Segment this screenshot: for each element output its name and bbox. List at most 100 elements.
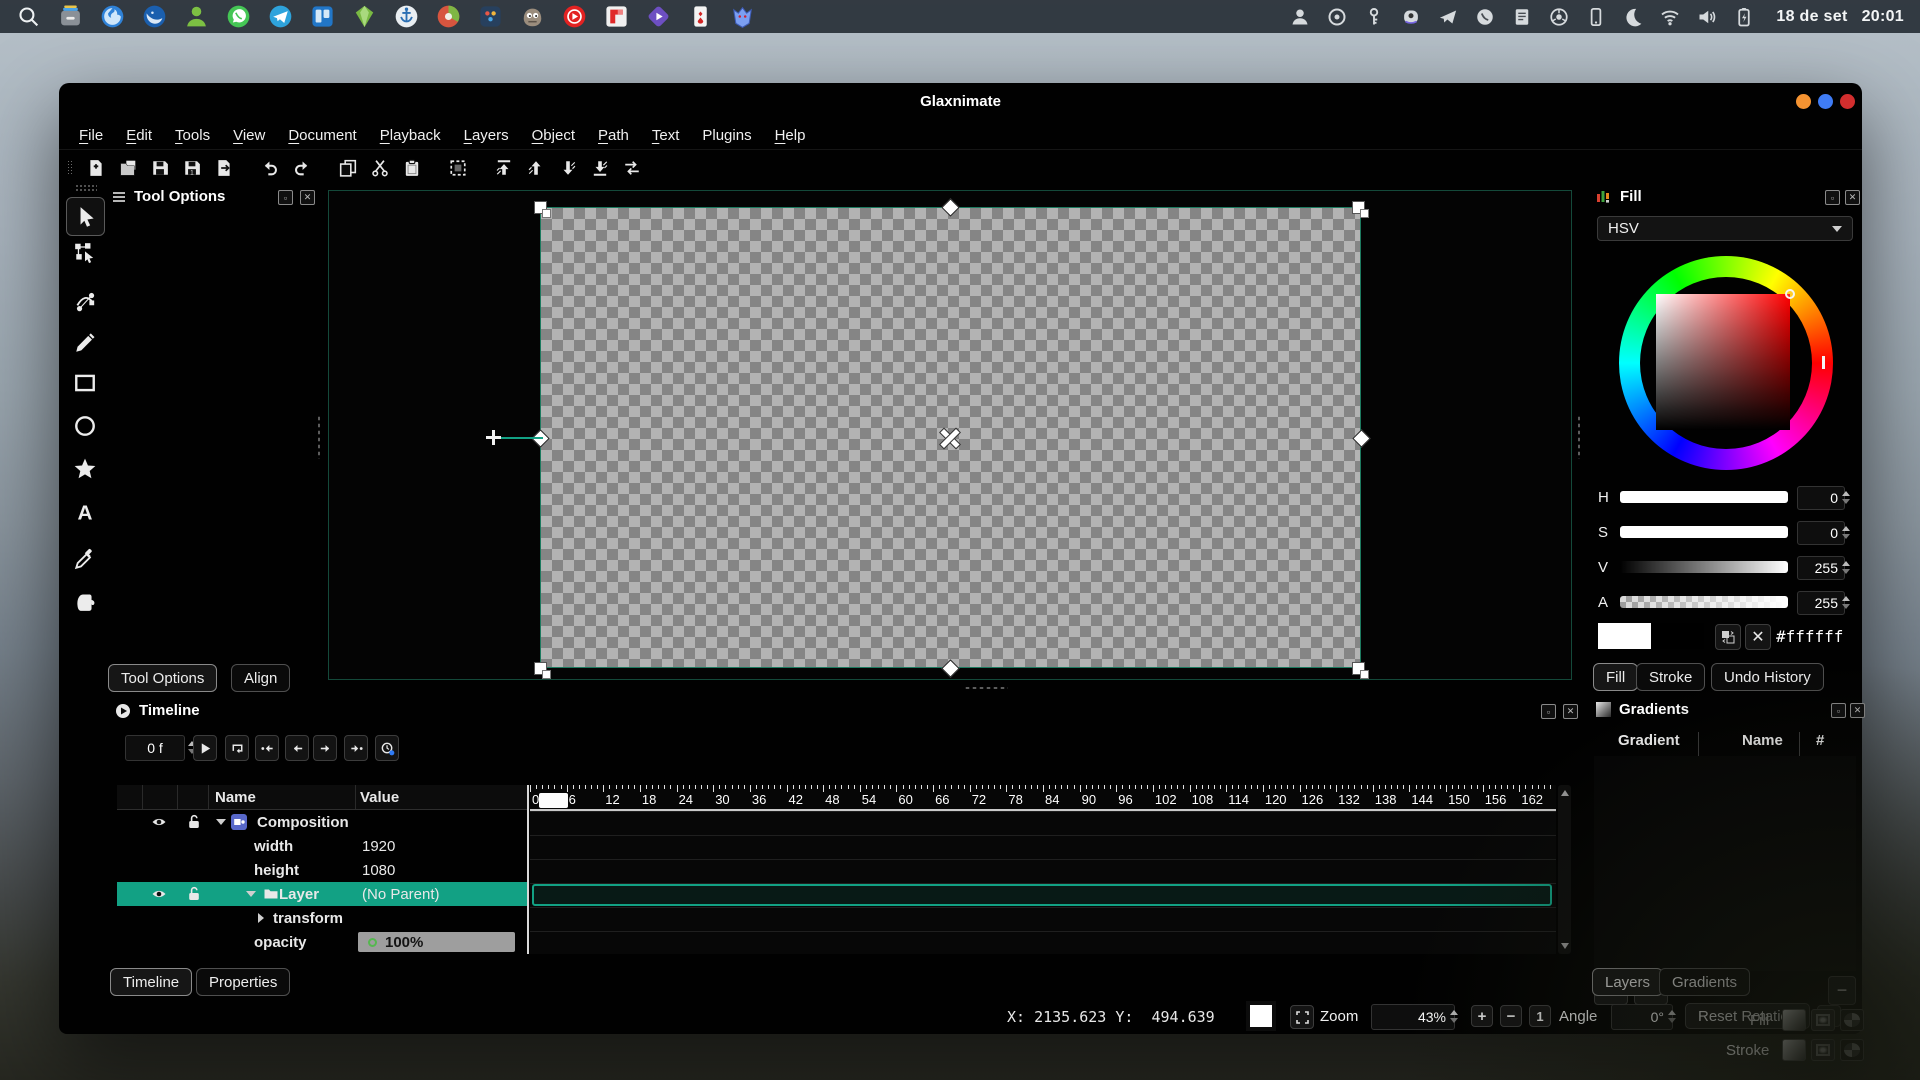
- menu-tools[interactable]: Tools: [175, 127, 210, 144]
- mascot-tray-icon[interactable]: [1401, 7, 1421, 27]
- menu-file[interactable]: File: [79, 127, 103, 144]
- anchor-point-handle[interactable]: [486, 430, 501, 445]
- text-tool-button[interactable]: A: [66, 494, 103, 531]
- stroke-linear-gradient-button[interactable]: [1782, 1039, 1806, 1061]
- tree-row-transform[interactable]: transform: [117, 906, 527, 930]
- property-value-editbox[interactable]: 100%: [358, 932, 515, 952]
- timeline-graph[interactable]: [530, 811, 1556, 954]
- value-steppers[interactable]: [1839, 555, 1852, 579]
- firefox-icon[interactable]: [100, 4, 125, 29]
- diamond-play-icon[interactable]: [646, 4, 671, 29]
- color-picker-tool-button[interactable]: [66, 540, 103, 577]
- copy-button[interactable]: [334, 155, 361, 182]
- record-button[interactable]: [375, 735, 399, 761]
- splitter-handle[interactable]: [964, 686, 1008, 690]
- frame-spinbox[interactable]: 0 f: [125, 735, 185, 761]
- layer-duration-bar[interactable]: [532, 884, 1552, 906]
- tab-undo-history[interactable]: Undo History: [1711, 663, 1824, 691]
- open-button[interactable]: [114, 155, 141, 182]
- color-dots-icon[interactable]: [478, 4, 503, 29]
- lower-to-bottom-button[interactable]: [586, 155, 613, 182]
- visibility-toggle-icon[interactable]: [151, 810, 167, 834]
- tree-graph-splitter[interactable]: [527, 785, 529, 954]
- title-bar[interactable]: Glaxnimate: [59, 83, 1862, 122]
- volume-tray-icon[interactable]: [1697, 7, 1717, 27]
- scale-handle-bottom-right[interactable]: [1352, 662, 1365, 675]
- timeline-ruler[interactable]: 0612182430364248546066727884909610210811…: [530, 785, 1556, 811]
- notes-tray-icon[interactable]: [1512, 7, 1532, 27]
- stroke-radial-gradient-button[interactable]: [1811, 1039, 1835, 1061]
- phone-tray-icon[interactable]: [1586, 7, 1606, 27]
- glaxnimate-icon[interactable]: [730, 4, 755, 29]
- menu-playback[interactable]: Playback: [380, 127, 441, 144]
- tab-timeline[interactable]: Timeline: [110, 968, 192, 996]
- pencil-tool-button[interactable]: [66, 324, 103, 361]
- zoom-reset-button[interactable]: 1: [1529, 1005, 1551, 1027]
- toolbox-drag-handle[interactable]: [75, 184, 97, 192]
- tab-properties[interactable]: Properties: [196, 968, 290, 996]
- export-button[interactable]: [210, 155, 237, 182]
- saturation-value-square[interactable]: [1656, 294, 1790, 430]
- menu-text[interactable]: Text: [652, 127, 680, 144]
- maximize-button[interactable]: [1818, 94, 1833, 109]
- next-frame-button[interactable]: [313, 735, 337, 761]
- whatsapp-icon[interactable]: [226, 4, 251, 29]
- thunderbird-icon[interactable]: [142, 4, 167, 29]
- float-panel-icon[interactable]: ▫: [1541, 704, 1556, 719]
- gimp-icon[interactable]: [520, 4, 545, 29]
- loop-button[interactable]: [225, 735, 249, 761]
- toolbar-drag-handle[interactable]: [67, 160, 73, 176]
- close-panel-icon[interactable]: ✕: [1845, 190, 1860, 205]
- cut-button[interactable]: [366, 155, 393, 182]
- menu-edit[interactable]: Edit: [126, 127, 152, 144]
- lock-toggle-icon[interactable]: [186, 810, 202, 834]
- ellipse-tool-button[interactable]: [66, 407, 103, 444]
- float-panel-icon[interactable]: ▫: [1831, 703, 1846, 718]
- prev-frame-button[interactable]: [285, 735, 309, 761]
- move-center-handle[interactable]: [938, 426, 962, 450]
- saturation-value[interactable]: 0: [1797, 521, 1845, 545]
- angle-steppers[interactable]: [1665, 1004, 1678, 1028]
- draw-bezier-tool-button[interactable]: [66, 282, 103, 319]
- search-icon[interactable]: [16, 4, 41, 29]
- canvas-viewport[interactable]: [328, 190, 1572, 680]
- undo-button[interactable]: [256, 155, 283, 182]
- zoom-in-button[interactable]: +: [1471, 1005, 1493, 1027]
- tree-row-composition[interactable]: Composition: [117, 810, 527, 834]
- solitaire-icon[interactable]: [688, 4, 713, 29]
- stroke-conical-gradient-button[interactable]: [1840, 1039, 1864, 1061]
- select-all-button[interactable]: [444, 155, 471, 182]
- contacts-icon[interactable]: [184, 4, 209, 29]
- timeline-scrollbar[interactable]: [1558, 785, 1571, 954]
- remove-gradient-button[interactable]: −: [1828, 976, 1856, 1005]
- hue-selector[interactable]: [1822, 356, 1825, 369]
- scale-handle-top-left[interactable]: [534, 201, 547, 214]
- new-button[interactable]: [82, 155, 109, 182]
- hue-value[interactable]: 0: [1797, 486, 1845, 510]
- tree-row-height[interactable]: height1080: [117, 858, 527, 882]
- menu-plugins[interactable]: Plugins: [702, 127, 751, 144]
- expander-icon[interactable]: [216, 810, 226, 834]
- zoom-spinbox[interactable]: 43%: [1371, 1004, 1455, 1030]
- raise-to-top-button[interactable]: [490, 155, 517, 182]
- gradients-list[interactable]: [1594, 756, 1856, 971]
- tab-tool-options[interactable]: Tool Options: [108, 664, 217, 692]
- current-color-swatch[interactable]: [1250, 1005, 1272, 1027]
- value-slider[interactable]: [1620, 561, 1788, 573]
- tab-layers[interactable]: Layers: [1592, 968, 1663, 996]
- menu-path[interactable]: Path: [598, 127, 629, 144]
- float-panel-icon[interactable]: ▫: [1825, 190, 1840, 205]
- expander-icon[interactable]: [258, 906, 264, 930]
- raise-button[interactable]: [522, 155, 549, 182]
- color-space-dropdown[interactable]: HSV: [1597, 216, 1853, 241]
- tree-row-width[interactable]: width1920: [117, 834, 527, 858]
- swap-colors-button[interactable]: [1715, 624, 1741, 650]
- tab-stroke[interactable]: Stroke: [1636, 663, 1705, 691]
- menu-document[interactable]: Document: [288, 127, 356, 144]
- clock[interactable]: 18 de set 20:01: [1776, 8, 1904, 26]
- minimize-button[interactable]: [1796, 94, 1811, 109]
- rectangle-tool-button[interactable]: [66, 364, 103, 401]
- alpha-value[interactable]: 255: [1797, 591, 1845, 615]
- night-light-tray-icon[interactable]: [1623, 7, 1643, 27]
- angle-spinbox[interactable]: 0°: [1611, 1004, 1673, 1030]
